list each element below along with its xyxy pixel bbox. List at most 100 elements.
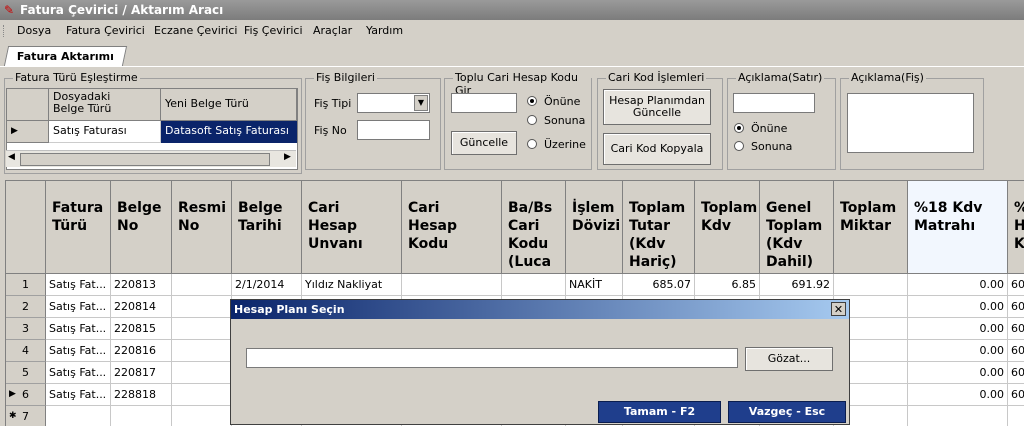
cell-resmi-no[interactable] (172, 318, 232, 340)
hesap-planimdan-guncelle-button[interactable]: Hesap Planımdan Güncelle (603, 89, 711, 125)
cell-resmi-no[interactable] (172, 406, 232, 426)
row-header[interactable]: 5 (6, 362, 46, 384)
cell-belge-no[interactable]: 220817 (111, 362, 172, 384)
cell-kdv-hk[interactable]: 60 (1008, 362, 1024, 384)
cell-fatura-turu[interactable]: Satış Fat... (46, 384, 111, 406)
radio-sonuna[interactable] (527, 115, 537, 125)
column-header-belge-no[interactable]: Belge No (111, 181, 172, 274)
column-header-toplam-tutar[interactable]: Toplam Tutar (Kdv Hariç) (623, 181, 695, 274)
cell-kdv18-matrahi[interactable]: 0.00 (908, 318, 1008, 340)
cell-kdv18-matrahi[interactable] (908, 406, 1008, 426)
cell-kdv-hk[interactable]: 60 (1008, 340, 1024, 362)
cell-genel-toplam[interactable]: 691.92 (760, 274, 834, 296)
column-header-toplam-miktar[interactable]: Toplam Miktar (834, 181, 908, 274)
cell-fatura-turu[interactable]: Satış Fat... (46, 274, 111, 296)
cell-kdv-hk[interactable]: 60 (1008, 318, 1024, 340)
row-number: 4 (22, 344, 29, 357)
cell-belge-no[interactable]: 220813 (111, 274, 172, 296)
cell-kdv-hk[interactable]: 60 (1008, 296, 1024, 318)
column-header-babs-cari-kodu[interactable]: Ba/Bs Cari Kodu (Luca için) (502, 181, 566, 274)
menu-yardim[interactable]: Yardım (366, 24, 403, 37)
cell-belge-no[interactable]: 220816 (111, 340, 172, 362)
row-header[interactable]: ✱ 7 (6, 406, 46, 426)
row-header[interactable]: 1 (6, 274, 46, 296)
cell-kdv-hk[interactable]: 60 (1008, 384, 1024, 406)
column-header-fatura-turu[interactable]: Fatura Türü (46, 181, 111, 274)
vazgec-button[interactable]: Vazgeç - Esc (728, 401, 846, 423)
column-header-resmi-no[interactable]: Resmi No (172, 181, 232, 274)
radio-onune[interactable] (527, 96, 537, 106)
cell-kdv18-matrahi[interactable]: 0.00 (908, 362, 1008, 384)
cell-fatura-turu[interactable]: Satış Fat... (46, 318, 111, 340)
cell-belge-no[interactable]: 220815 (111, 318, 172, 340)
chevron-down-icon[interactable]: ▼ (414, 95, 428, 111)
column-header-toplam-kdv[interactable]: Toplam Kdv (695, 181, 760, 274)
cell-belge-no[interactable] (111, 406, 172, 426)
row-header[interactable]: 4 (6, 340, 46, 362)
menu-fis-cevirici[interactable]: Fiş Çevirici (244, 24, 303, 37)
aciklama-satir-input[interactable] (733, 93, 815, 113)
cell-belge-no[interactable]: 220814 (111, 296, 172, 318)
cell-resmi-no[interactable] (172, 340, 232, 362)
column-header-kdv-hk[interactable]: % H K (1008, 181, 1024, 274)
menu-fatura-cevirici[interactable]: Fatura Çevirici (66, 24, 145, 37)
radio-aciklama-onune[interactable] (734, 123, 744, 133)
cell-fatura-turu[interactable]: Satış Fat... (46, 340, 111, 362)
guncelle-button[interactable]: Güncelle (451, 131, 517, 155)
cell-resmi-no[interactable] (172, 384, 232, 406)
column-header-cari-hesap-unvani[interactable]: Cari Hesap Unvanı (302, 181, 402, 274)
cell-resmi-no[interactable] (172, 362, 232, 384)
cell-islem-dovizi[interactable]: NAKİT (566, 274, 623, 296)
mini-source-cell[interactable]: Satış Faturası (49, 121, 161, 143)
cell-kdv18-matrahi[interactable]: 0.00 (908, 384, 1008, 406)
cell-kdv18-matrahi[interactable]: 0.00 (908, 340, 1008, 362)
menu-araclar[interactable]: Araçlar (313, 24, 352, 37)
column-header-genel-toplam[interactable]: Genel Toplam (Kdv Dahil) (760, 181, 834, 274)
cell-toplam-tutar[interactable]: 685.07 (623, 274, 695, 296)
tab-fatura-aktarimi[interactable]: Fatura Aktarımı (3, 46, 128, 66)
cell-toplam-miktar[interactable] (834, 274, 908, 296)
mini-target-cell[interactable]: Datasoft Satış Faturası (161, 121, 297, 143)
fis-tipi-select[interactable]: ▼ (357, 93, 430, 113)
row-header[interactable]: 2 (6, 296, 46, 318)
scroll-right-icon[interactable]: ▶ (284, 152, 291, 162)
column-header-cari-hesap-kodu[interactable]: Cari Hesap Kodu (402, 181, 502, 274)
menu-dosya[interactable]: Dosya (17, 24, 51, 37)
column-header-kdv18-matrahi[interactable]: %18 Kdv Matrahı (908, 181, 1008, 274)
cell-kdv-hk[interactable]: 60 (1008, 274, 1024, 296)
close-icon[interactable]: ✕ (831, 302, 846, 316)
mini-horizontal-scrollbar[interactable]: ◀ ▶ (6, 150, 296, 167)
gozat-button[interactable]: Gözat... (745, 347, 833, 371)
cell-resmi-no[interactable] (172, 274, 232, 296)
cell-fatura-turu[interactable] (46, 406, 111, 426)
cell-toplam-kdv[interactable]: 6.85 (695, 274, 760, 296)
radio-aciklama-sonuna[interactable] (734, 141, 744, 151)
column-header-islem-dovizi[interactable]: İşlem Dövizi (566, 181, 623, 274)
cell-cari-hesap-kodu[interactable] (402, 274, 502, 296)
mini-corner-header (7, 89, 49, 121)
cell-kdv18-matrahi[interactable]: 0.00 (908, 296, 1008, 318)
row-header[interactable]: 3 (6, 318, 46, 340)
toplu-cari-input[interactable] (451, 93, 517, 113)
tamam-button[interactable]: Tamam - F2 (598, 401, 721, 423)
cell-fatura-turu[interactable]: Satış Fat... (46, 362, 111, 384)
cell-belge-no[interactable]: 228818 (111, 384, 172, 406)
aciklama-fis-textarea[interactable] (847, 93, 974, 153)
cell-fatura-turu[interactable]: Satış Fat... (46, 296, 111, 318)
dialog-path-input[interactable] (246, 348, 738, 368)
fis-no-input[interactable] (357, 120, 430, 140)
cell-babs-cari-kodu[interactable] (502, 274, 566, 296)
cell-cari-hesap-unvani[interactable]: Yıldız Nakliyat (302, 274, 402, 296)
mini-col-target: Yeni Belge Türü (161, 89, 297, 121)
scroll-left-icon[interactable]: ◀ (8, 152, 15, 162)
cari-kod-kopyala-button[interactable]: Cari Kod Kopyala (603, 133, 711, 165)
row-header[interactable]: ▶ 6 (6, 384, 46, 406)
radio-uzerine[interactable] (527, 139, 537, 149)
cell-kdv18-matrahi[interactable]: 0.00 (908, 274, 1008, 296)
cell-resmi-no[interactable] (172, 296, 232, 318)
cell-kdv-hk[interactable] (1008, 406, 1024, 426)
scroll-thumb[interactable] (20, 153, 270, 166)
cell-belge-tarihi[interactable]: 2/1/2014 (232, 274, 302, 296)
column-header-belge-tarihi[interactable]: Belge Tarihi (232, 181, 302, 274)
menu-eczane-cevirici[interactable]: Eczane Çevirici (154, 24, 237, 37)
